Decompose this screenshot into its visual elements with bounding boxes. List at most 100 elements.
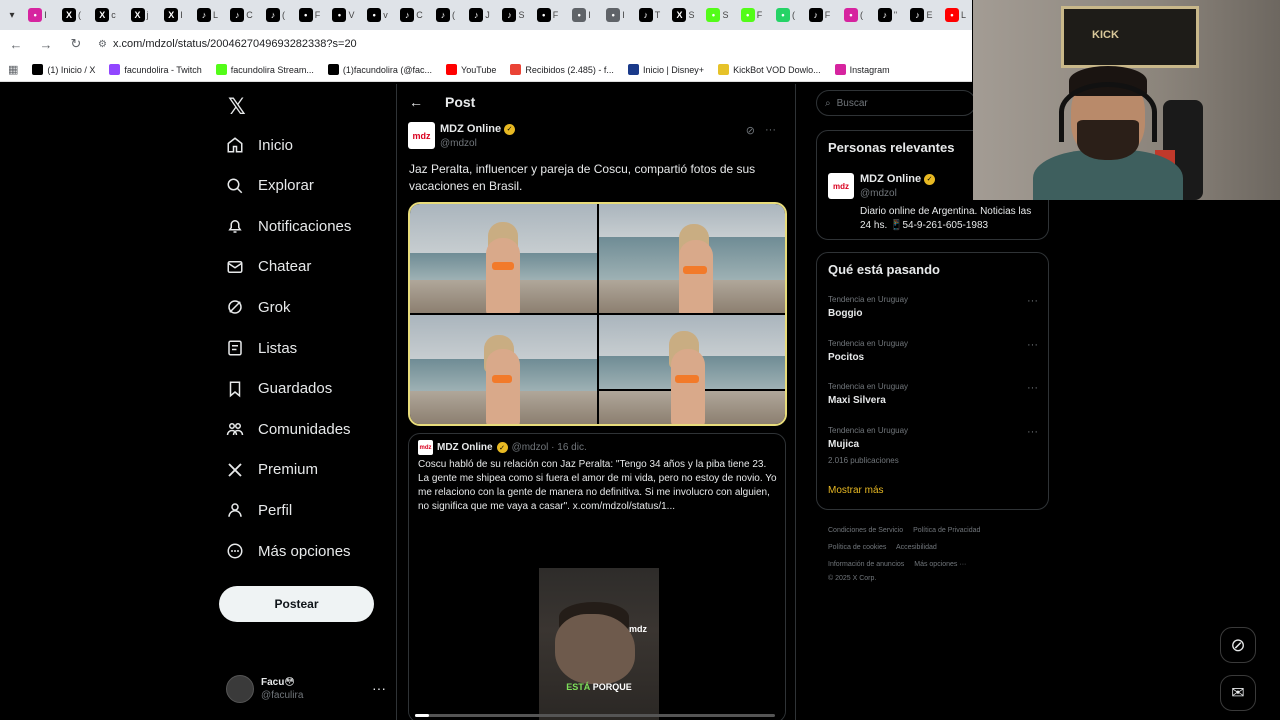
trend-item[interactable]: Tendencia en Uruguay Mujica 2.016 publicac… [828,426,1038,465]
back-icon[interactable]: ← [8,37,24,52]
trend-item[interactable]: Tendencia en Uruguay Pocitos ··· [828,339,1038,363]
bookmark[interactable]: YouTube [446,64,496,75]
post-media-grid [408,202,787,426]
browser-tab[interactable]: ♪ C [225,3,258,27]
browser-tab[interactable]: XI [157,3,190,27]
browser-tab[interactable]: • F [293,3,326,27]
browser-tab[interactable]: ♪ C [395,3,428,27]
grok-fab[interactable]: ⊘ [1220,627,1256,663]
post-photo[interactable] [410,204,597,313]
post-photo[interactable] [598,315,785,424]
browser-tab[interactable]: ♪ J [463,3,496,27]
browser-tab[interactable]: • v [361,3,394,27]
bookmark[interactable]: KickBot VOD Dowlo... [718,64,821,75]
browser-tab[interactable]: ♪( [259,3,292,27]
relevant-avatar[interactable]: mdz [828,173,854,199]
video-player[interactable]: mdz ESTÁ PORQUE [409,528,785,720]
browser-tab[interactable]: ♪ S [497,3,530,27]
browser-tab[interactable]: ♪ E [905,3,938,27]
more-circle-icon [227,543,243,559]
search-input[interactable]: ⌕ Buscar [816,90,976,116]
browser-tab[interactable]: • V [327,3,360,27]
browser-tab[interactable]: • F [735,3,768,27]
footer-link[interactable]: Accesibilidad [896,544,937,551]
post-header: ← Post [409,94,475,110]
bookmark[interactable]: (1) Inicio / X [32,64,95,75]
site-info-icon[interactable]: ⚙ [98,39,107,50]
forward-icon[interactable]: → [38,37,54,52]
back-arrow-icon[interactable]: ← [409,94,423,110]
browser-tab[interactable]: •( [837,3,870,27]
nav-item-premium[interactable]: Premium [226,453,318,487]
post-photo[interactable] [598,204,785,313]
bookmark[interactable]: Instagram [834,64,890,75]
trend-item[interactable]: Tendencia en Uruguay Boggio ··· [828,295,1038,319]
bookmark[interactable]: (1)facundolira (@fac... [327,64,432,75]
footer-link[interactable]: Condiciones de Servicio [828,527,903,534]
trend-name: Pocitos [828,351,865,363]
tab-search-dropdown[interactable]: ▾ [4,6,20,24]
browser-tab[interactable]: ♪ " [871,3,904,27]
browser-tab[interactable]: • I [21,3,54,27]
tab-title: F [552,10,559,20]
nav-item-m-s-opciones[interactable]: Más opciones [226,534,351,568]
nav-item-inicio[interactable]: Inicio [226,128,293,162]
quoted-author-avatar: mdz [418,440,433,455]
browser-tab[interactable]: ♪ F [803,3,836,27]
post-photo[interactable] [410,315,597,424]
browser-tab[interactable]: • S [701,3,734,27]
browser-tab[interactable]: XS [667,3,700,27]
nav-item-perfil[interactable]: Perfil [226,493,292,527]
browser-tab[interactable]: ♪ T [633,3,666,27]
footer-link[interactable]: Información de anuncios [828,561,904,568]
more-options-icon[interactable]: ··· [765,124,776,137]
footer-link[interactable]: Más opciones ··· [914,561,966,568]
footer-link[interactable]: Política de cookies [828,544,886,551]
browser-tab[interactable]: X( [55,3,88,27]
post-button[interactable]: Postear [219,586,374,622]
account-switcher[interactable]: Facu😳 @faculira ··· [226,672,386,706]
nav-item-grok[interactable]: Grok [226,290,291,324]
browser-tab[interactable]: Xj [123,3,156,27]
quoted-post[interactable]: mdz MDZ Online ✓ @mdzol · 16 dic. Coscu … [408,433,786,720]
browser-tab[interactable]: ♪ L [191,3,224,27]
more-options-icon[interactable]: ··· [1027,295,1038,307]
browser-tab[interactable]: •( [769,3,802,27]
bookmark[interactable]: Recibidos (2.485) - f... [510,64,614,75]
browser-tab[interactable]: • I [599,3,632,27]
more-options-icon[interactable]: ··· [1027,382,1038,394]
nav-item-chatear[interactable]: Chatear [226,250,311,284]
nav-item-guardados[interactable]: Guardados [226,372,332,406]
browser-tab[interactable]: Xc [89,3,122,27]
show-more-link[interactable]: Mostrar más [828,485,884,496]
apps-grid-icon[interactable]: ▦ [8,63,18,76]
browser-tab[interactable]: • L [939,3,972,27]
more-options-icon[interactable]: ··· [1027,339,1038,351]
messages-fab[interactable]: ✉ [1220,675,1256,711]
bookmark[interactable]: facundolira - Twitch [109,64,202,75]
trend-item[interactable]: Tendencia en Uruguay Maxi Silvera ··· [828,382,1038,406]
browser-tab[interactable]: • I [565,3,598,27]
author-name-row[interactable]: MDZ Online ✓ [440,123,516,135]
tab-title: J [485,10,490,20]
reload-icon[interactable]: ↻ [68,36,84,52]
address-bar[interactable]: ⚙ x.com/mdzol/status/2004627049693282338… [98,33,964,55]
grok-icon[interactable]: ⊘ [746,124,755,137]
bookmark[interactable]: facundolira Stream... [215,64,314,75]
bookmark[interactable]: Inicio | Disney+ [627,64,704,75]
nav-item-listas[interactable]: Listas [226,331,297,365]
author-avatar[interactable]: mdz [408,122,435,149]
nav-item-comunidades[interactable]: Comunidades [226,412,351,446]
more-horizontal-icon[interactable]: ··· [372,680,386,696]
browser-tab[interactable]: ♪( [429,3,462,27]
relevant-name-row[interactable]: MDZ Online ✓ [860,173,936,185]
nav-label: Explorar [258,177,314,195]
x-logo-icon[interactable]: 𝕏 [228,94,246,120]
video-progress-bar[interactable] [415,714,775,717]
more-options-icon[interactable]: ··· [1027,426,1038,438]
browser-tab[interactable]: • F [531,3,564,27]
nav-item-explorar[interactable]: Explorar [226,169,314,203]
nav-item-notificaciones[interactable]: Notificaciones [226,209,351,243]
trend-count: 2.016 publicaciones [828,455,899,465]
footer-link[interactable]: Política de Privacidad [913,527,980,534]
